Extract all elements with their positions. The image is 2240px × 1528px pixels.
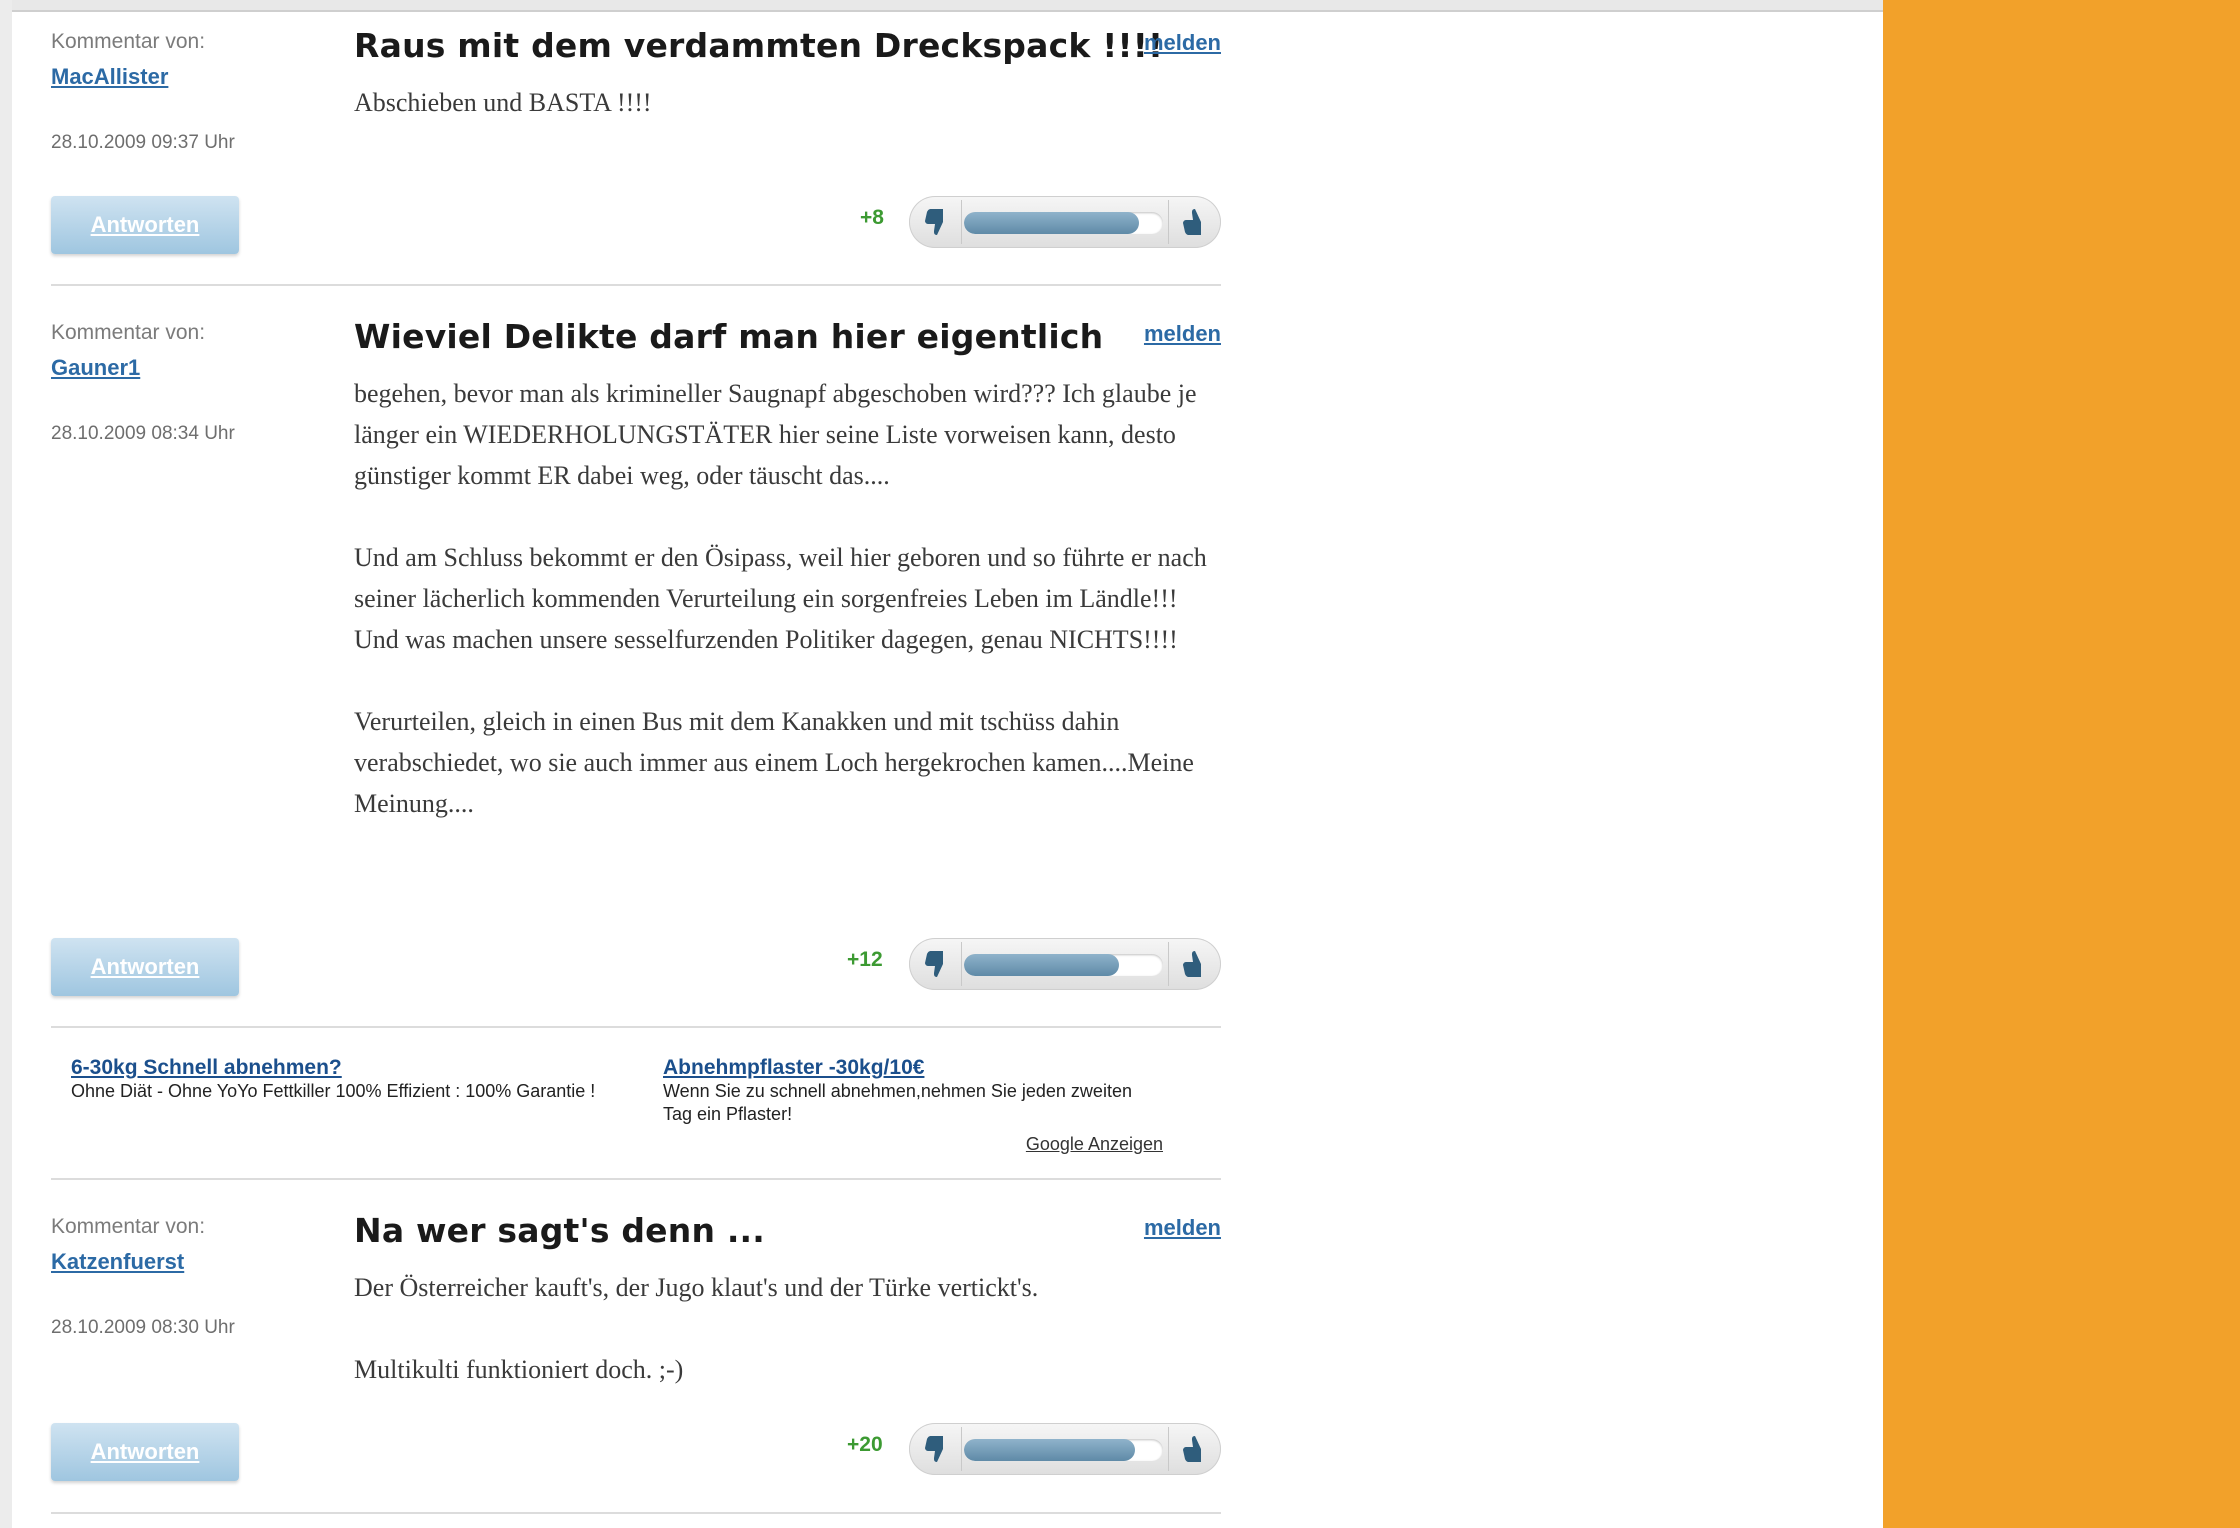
vote-separator xyxy=(961,1427,962,1471)
comment-divider xyxy=(51,1026,1221,1028)
vote-score: +20 xyxy=(847,1433,883,1456)
comment-card: Kommentar von: MacAllister 28.10.2009 09… xyxy=(51,26,1224,260)
vote-bar xyxy=(964,954,1163,976)
sidebar-panel xyxy=(1883,0,2240,1528)
ad-item: 6-30kg Schnell abnehmen? Ohne Diät - Ohn… xyxy=(71,1056,611,1103)
comment-title: Na wer sagt's denn ... xyxy=(354,1211,766,1250)
comment-paragraph: Und am Schluss bekommt er den Ösipass, w… xyxy=(354,543,1207,654)
comment-body: begehen, bevor man als krimineller Saugn… xyxy=(354,373,1224,824)
comment-divider xyxy=(51,284,1221,286)
vote-separator xyxy=(1168,942,1169,986)
comment-author-link[interactable]: Katzenfuerst xyxy=(51,1249,184,1275)
comment-meta-label: Kommentar von: xyxy=(51,30,206,53)
comment-paragraph: Verurteilen, gleich in einen Bus mit dem… xyxy=(354,707,1194,818)
vote-bar xyxy=(964,212,1163,234)
thumbs-up-icon[interactable] xyxy=(1177,1432,1211,1466)
reply-button[interactable]: Antworten xyxy=(51,1423,239,1481)
vote-widget xyxy=(909,196,1221,248)
ad-item: Abnehmpflaster -30kg/10€ Wenn Sie zu sch… xyxy=(663,1056,1163,1126)
vote-separator xyxy=(961,942,962,986)
comment-divider xyxy=(51,1512,1221,1514)
ad-block: 6-30kg Schnell abnehmen? Ohne Diät - Ohn… xyxy=(51,1056,1221,1166)
comment-body: Abschieben und BASTA !!!! xyxy=(354,82,1224,123)
comment-meta-label: Kommentar von: xyxy=(51,321,206,344)
vote-score: +12 xyxy=(847,948,883,971)
ad-text: Wenn Sie zu schnell abnehmen,nehmen Sie … xyxy=(663,1081,1132,1124)
comment-meta-label: Kommentar von: xyxy=(51,1215,206,1238)
comment-author-link[interactable]: MacAllister xyxy=(51,64,168,90)
thumbs-up-icon[interactable] xyxy=(1177,947,1211,981)
comment-date: 28.10.2009 08:34 Uhr xyxy=(51,423,235,444)
vote-separator xyxy=(1168,1427,1169,1471)
thumbs-down-icon[interactable] xyxy=(919,1432,953,1466)
vote-bar-fill xyxy=(964,954,1120,976)
report-link[interactable]: melden xyxy=(1144,1215,1221,1241)
comment-paragraph: Multikulti funktioniert doch. ;-) xyxy=(354,1355,684,1384)
thumbs-down-icon[interactable] xyxy=(919,947,953,981)
ad-text: Ohne Diät - Ohne YoYo Fettkiller 100% Ef… xyxy=(71,1081,596,1101)
vote-bar xyxy=(964,1439,1163,1461)
vote-widget xyxy=(909,938,1221,990)
thumbs-down-icon[interactable] xyxy=(919,205,953,239)
report-link[interactable]: melden xyxy=(1144,321,1221,347)
comment-card: Kommentar von: Gauner1 28.10.2009 08:34 … xyxy=(51,317,1224,1001)
comment-body: Der Österreicher kauft's, der Jugo klaut… xyxy=(354,1267,1224,1390)
vote-separator xyxy=(961,200,962,244)
comment-paragraph: Abschieben und BASTA !!!! xyxy=(354,88,652,117)
reply-button[interactable]: Antworten xyxy=(51,938,239,996)
vote-bar-fill xyxy=(964,1439,1136,1461)
vote-score: +8 xyxy=(860,206,884,229)
comment-date: 28.10.2009 08:30 Uhr xyxy=(51,1317,235,1338)
reply-button[interactable]: Antworten xyxy=(51,196,239,254)
vote-separator xyxy=(1168,200,1169,244)
comment-paragraph: Der Österreicher kauft's, der Jugo klaut… xyxy=(354,1273,1039,1302)
comment-divider xyxy=(51,1178,1221,1180)
comment-paragraph: begehen, bevor man als krimineller Saugn… xyxy=(354,379,1197,490)
comment-date: 28.10.2009 09:37 Uhr xyxy=(51,132,235,153)
report-link[interactable]: melden xyxy=(1144,30,1221,56)
thumbs-up-icon[interactable] xyxy=(1177,205,1211,239)
left-edge xyxy=(0,0,12,1528)
comment-title: Raus mit dem verdammten Dreckspack !!!! xyxy=(354,26,1164,65)
top-border xyxy=(0,0,1883,12)
ad-title-link[interactable]: Abnehmpflaster -30kg/10€ xyxy=(663,1056,1163,1080)
comment-author-link[interactable]: Gauner1 xyxy=(51,355,140,381)
comment-title: Wieviel Delikte darf man hier eigentlich xyxy=(354,317,1104,356)
vote-bar-fill xyxy=(964,212,1140,234)
vote-widget xyxy=(909,1423,1221,1475)
comment-card: Kommentar von: Katzenfuerst 28.10.2009 0… xyxy=(51,1211,1224,1487)
ad-credit-link[interactable]: Google Anzeigen xyxy=(1026,1134,1163,1155)
ad-title-link[interactable]: 6-30kg Schnell abnehmen? xyxy=(71,1056,611,1080)
